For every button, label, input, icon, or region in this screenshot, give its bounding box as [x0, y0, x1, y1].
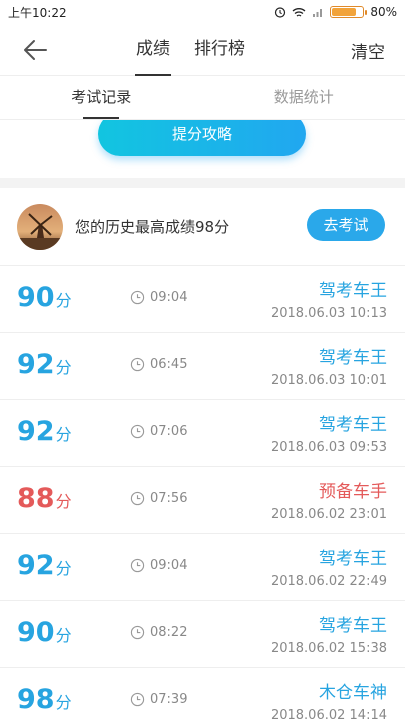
rank-title: 驾考车王: [319, 415, 387, 435]
duration-text: 09:04: [150, 558, 188, 573]
score-unit: 分: [55, 693, 72, 712]
record-date: 2018.06.02 22:49: [270, 574, 387, 589]
score-value: 92分: [17, 414, 72, 453]
banner: 提分攻略: [0, 120, 405, 178]
duration: 07:56: [130, 491, 187, 506]
sub-tabs: 考试记录 数据统计: [0, 76, 405, 120]
score-number: 92: [17, 349, 55, 380]
duration: 07:39: [130, 692, 187, 707]
record-list: 90分 09:04 驾考车王 2018.06.03 10:13 92分 06:45 驾考车王…: [0, 266, 405, 720]
clock-icon: [130, 491, 145, 506]
duration: 09:04: [130, 290, 187, 305]
score-number: 92: [17, 416, 55, 447]
status-icons: 80%: [274, 5, 397, 19]
score-tips-button[interactable]: 提分攻略: [98, 120, 306, 156]
record-date: 2018.06.02 14:14: [270, 708, 387, 720]
duration-text: 07:39: [150, 692, 188, 707]
duration: 09:04: [130, 558, 187, 573]
score-number: 92: [17, 550, 55, 581]
clock-icon: [130, 290, 145, 305]
record-date: 2018.06.02 15:38: [270, 641, 387, 656]
record-row[interactable]: 92分 07:06 驾考车王 2018.06.03 09:53: [0, 400, 405, 467]
record-row[interactable]: 90分 08:22 驾考车王 2018.06.02 15:38: [0, 601, 405, 668]
rank-title: 驾考车王: [319, 549, 387, 569]
status-time: 上午10:22: [8, 5, 67, 20]
clear-button[interactable]: 清空: [351, 38, 385, 63]
score-unit: 分: [55, 425, 72, 444]
duration-text: 07:56: [150, 491, 188, 506]
clock-icon: [130, 692, 145, 707]
record-date: 2018.06.03 10:01: [270, 373, 387, 388]
battery-percent: 80%: [370, 5, 397, 19]
score-number: 98: [17, 684, 55, 715]
record-date: 2018.06.03 10:13: [270, 306, 387, 321]
tab-scores[interactable]: 成绩: [135, 24, 171, 76]
tab-exam-records[interactable]: 考试记录: [0, 76, 203, 119]
score-value: 92分: [17, 548, 72, 587]
clock-icon: [130, 558, 145, 573]
score-unit: 分: [55, 559, 72, 578]
tab-ranking[interactable]: 排行榜: [194, 24, 245, 76]
score-unit: 分: [55, 626, 72, 645]
duration: 07:06: [130, 424, 187, 439]
duration-text: 06:45: [150, 357, 188, 372]
clock-icon: [130, 625, 145, 640]
back-button[interactable]: [20, 36, 50, 64]
record-row[interactable]: 90分 09:04 驾考车王 2018.06.03 10:13: [0, 266, 405, 333]
nav-tabs: 成绩 排行榜: [135, 24, 245, 76]
score-number: 88: [17, 483, 55, 514]
take-exam-button[interactable]: 去考试: [307, 209, 385, 241]
duration-text: 08:22: [150, 625, 188, 640]
duration: 06:45: [130, 357, 187, 372]
signal-icon: [313, 8, 323, 17]
rank-title: 驾考车王: [319, 616, 387, 636]
score-value: 98分: [17, 682, 72, 720]
rank-title: 木仓车神: [319, 683, 387, 703]
section-divider: [0, 178, 405, 188]
wifi-icon: [292, 7, 306, 17]
tab-statistics[interactable]: 数据统计: [203, 76, 405, 119]
score-value: 90分: [17, 615, 72, 654]
duration: 08:22: [130, 625, 187, 640]
status-bar: 上午10:22 80%: [0, 0, 405, 24]
clock-icon: [130, 357, 145, 372]
nav-bar: 成绩 排行榜 清空: [0, 24, 405, 76]
score-unit: 分: [55, 358, 72, 377]
record-row[interactable]: 92分 06:45 驾考车王 2018.06.03 10:01: [0, 333, 405, 400]
rank-title: 驾考车王: [319, 348, 387, 368]
rank-title: 预备车手: [319, 482, 387, 502]
record-date: 2018.06.03 09:53: [270, 440, 387, 455]
score-value: 90分: [17, 280, 72, 319]
rank-title: 驾考车王: [319, 281, 387, 301]
alarm-icon: [275, 7, 286, 18]
avatar: [17, 203, 63, 250]
score-unit: 分: [55, 492, 72, 511]
battery-icon: [330, 6, 368, 18]
record-date: 2018.06.02 23:01: [270, 507, 387, 522]
score-unit: 分: [55, 291, 72, 310]
duration-text: 09:04: [150, 290, 188, 305]
arrow-left-icon: [24, 40, 47, 60]
record-row[interactable]: 98分 07:39 木仓车神 2018.06.02 14:14: [0, 668, 405, 720]
record-row[interactable]: 88分 07:56 预备车手 2018.06.02 23:01: [0, 467, 405, 534]
best-score-text: 您的历史最高成绩98分: [75, 218, 230, 236]
clock-icon: [130, 424, 145, 439]
score-value: 92分: [17, 347, 72, 386]
score-number: 90: [17, 617, 55, 648]
best-score-row: 您的历史最高成绩98分 去考试: [0, 188, 405, 266]
score-number: 90: [17, 282, 55, 313]
duration-text: 07:06: [150, 424, 188, 439]
score-value: 88分: [17, 481, 72, 520]
record-row[interactable]: 92分 09:04 驾考车王 2018.06.02 22:49: [0, 534, 405, 601]
